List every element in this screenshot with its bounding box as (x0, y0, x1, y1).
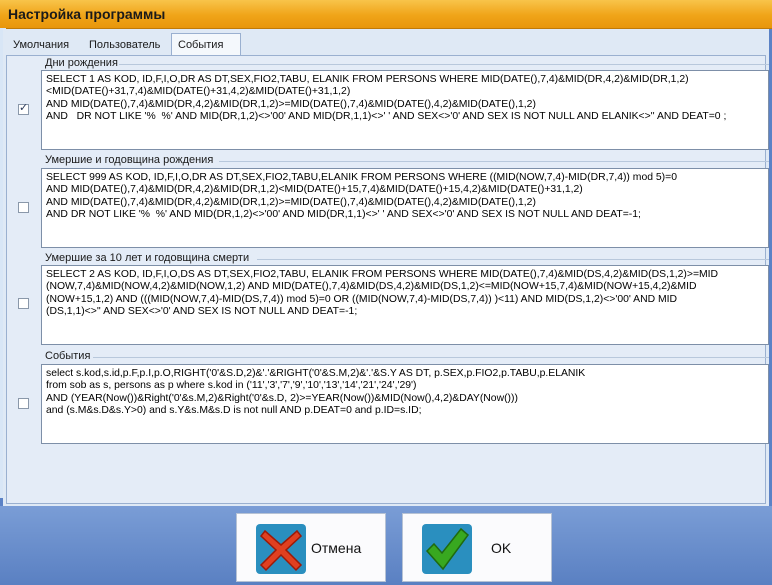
group-deceased-birth-label: Умершие и годовщина рождения (45, 154, 214, 166)
group-separator (257, 259, 769, 260)
button-bar (0, 506, 772, 585)
events-checkbox[interactable] (18, 398, 29, 409)
tab-defaults[interactable]: Умолчания (7, 35, 81, 55)
tab-user[interactable]: Пользователь (83, 35, 171, 55)
events-sql-textarea[interactable]: select s.kod,s.id,p.F,p.I,p.O,RIGHT('0'&… (41, 364, 769, 444)
tab-events[interactable]: События (171, 33, 241, 56)
deceased-birth-checkbox[interactable] (18, 202, 29, 213)
cancel-button-label: Отмена (311, 540, 362, 556)
settings-dialog: Настройка программы Умолчания Пользовате… (0, 0, 772, 585)
ok-button[interactable]: OK (402, 513, 552, 582)
group-deceased-10y-label: Умершие за 10 лет и годовщина смерти (45, 252, 250, 264)
dialog-body: Умолчания Пользователь События Дни рожде… (3, 29, 769, 506)
cancel-button[interactable]: Отмена (236, 513, 386, 582)
birthdays-checkbox[interactable]: ✓ (18, 102, 29, 115)
deceased-10y-sql-textarea[interactable]: SELECT 2 AS KOD, ID,F,I,O,DS AS DT,SEX,F… (41, 265, 769, 345)
title-bar[interactable]: Настройка программы (0, 0, 772, 29)
events-tab-panel: Дни рождения ✓ SELECT 1 AS KOD, ID,F,I,O… (6, 55, 769, 504)
birthdays-sql-textarea[interactable]: SELECT 1 AS KOD, ID,F,I,O,DR AS DT,SEX,F… (41, 70, 769, 150)
group-separator (93, 357, 769, 358)
group-events-label: События (45, 350, 91, 362)
window-title: Настройка программы (8, 6, 166, 22)
group-separator (119, 64, 769, 65)
group-separator (219, 161, 769, 162)
checkmark-icon: ✓ (19, 102, 29, 114)
group-birthdays-label: Дни рождения (45, 57, 118, 69)
red-x-icon (256, 524, 306, 574)
deceased-birth-sql-textarea[interactable]: SELECT 999 AS KOD, ID,F,I,O,DR AS DT,SEX… (41, 168, 769, 248)
green-check-icon (422, 524, 472, 574)
deceased-10y-checkbox[interactable] (18, 298, 29, 309)
ok-button-label: OK (491, 540, 512, 556)
